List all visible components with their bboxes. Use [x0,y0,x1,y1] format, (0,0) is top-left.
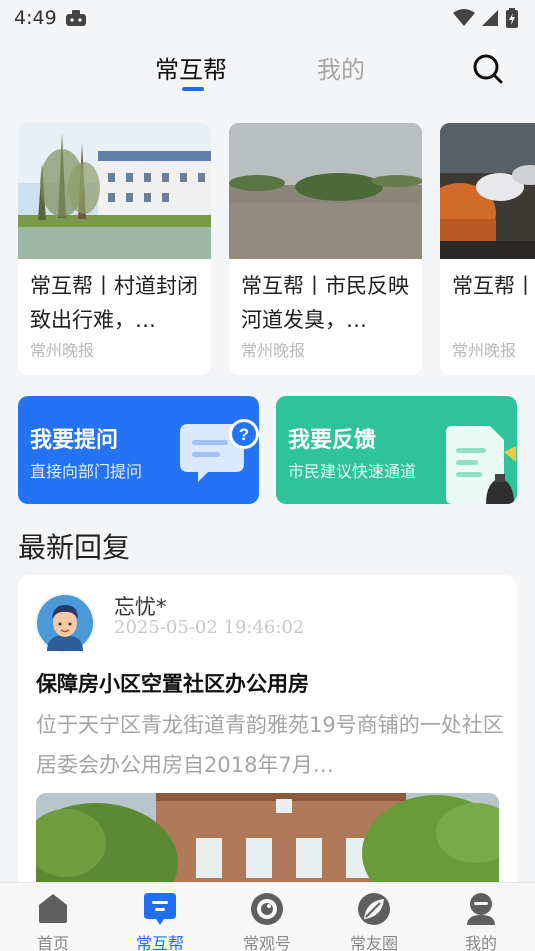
news-card[interactable]: 常互帮丨村道封闭致出行难，… 常州晚报 [18,123,211,375]
news-source: 常州晚报 [30,341,95,360]
avatar [35,593,95,653]
nav-label: 常观号 [242,934,291,951]
leaf-icon [358,893,390,925]
search-icon[interactable] [472,53,504,85]
nav-mine[interactable]: 我的 [436,883,526,951]
user-icon [467,893,495,925]
reply-time: 2025-05-02 19:46:02 [114,617,305,638]
signal-icon [482,10,498,26]
eye-icon [251,893,283,925]
ask-question-button[interactable]: 我要提问 直接向部门提问 ? [18,396,259,504]
news-carousel[interactable]: 常互帮丨村道封闭致出行难，… 常州晚报 常互帮丨市民反映河道发臭，… 常州晚报 [18,123,535,377]
svg-text:?: ? [239,425,249,444]
nav-label: 首页 [36,934,69,951]
news-image [18,123,211,259]
status-time: 4:49 [14,7,57,29]
question-bubble-icon: ? [180,419,259,482]
home-icon [39,894,67,923]
feedback-title: 我要反馈 [288,428,377,453]
nav-label: 我的 [464,934,497,951]
news-card[interactable]: 常互帮丨市民反映河道发臭，… 常州晚报 [229,123,422,375]
feedback-subtitle: 市民建议快速通道 [288,462,417,481]
news-title: 常互帮丨村道封闭致出行难，… [30,274,198,332]
section-title-latest: 最新回复 [18,531,131,564]
news-image [440,123,535,259]
news-image [229,123,422,259]
news-source: 常州晚报 [452,341,517,360]
news-title: 常互帮丨堵路又… [452,274,535,298]
nav-changguanhao[interactable]: 常观号 [222,883,312,951]
status-bar: 4:49 [0,0,535,36]
latest-reply-card[interactable]: 忘忧* 2025-05-02 19:46:02 保障房小区空置社区办公用房 位于… [18,575,517,895]
game-controller-icon [65,10,86,26]
feedback-button[interactable]: 我要反馈 市民建议快速通道 [276,396,517,504]
top-nav: 常互帮 我的 [0,42,535,94]
nav-changyouquan[interactable]: 常友圈 [329,883,419,951]
chat-icon [144,893,176,925]
ask-question-title: 我要提问 [30,428,119,453]
news-title: 常互帮丨市民反映河道发臭，… [241,274,409,332]
tab-mine[interactable]: 我的 [317,50,365,85]
document-pen-icon [446,426,516,504]
tab-indicator [182,87,204,91]
nav-home[interactable]: 首页 [8,883,98,951]
ask-question-subtitle: 直接向部门提问 [30,462,143,481]
reply-title: 保障房小区空置社区办公用房 [36,672,309,696]
reply-body: 位于天宁区青龙街道青韵雅苑19号商铺的一处社区居委会办公用房自2018年7月… [36,713,504,777]
news-source: 常州晚报 [241,341,306,360]
nav-label: 常友圈 [349,934,398,951]
battery-icon [506,8,518,28]
nav-changhubang[interactable]: 常互帮 [115,883,205,951]
news-card[interactable]: 常互帮丨堵路又… 常州晚报 [440,123,535,375]
wifi-icon [453,9,475,26]
reply-image [36,793,499,895]
tab-changhubang[interactable]: 常互帮 [155,50,227,85]
nav-label: 常互帮 [135,934,184,951]
bottom-nav: 首页 常互帮 常观号 常友圈 我的 [0,882,535,951]
